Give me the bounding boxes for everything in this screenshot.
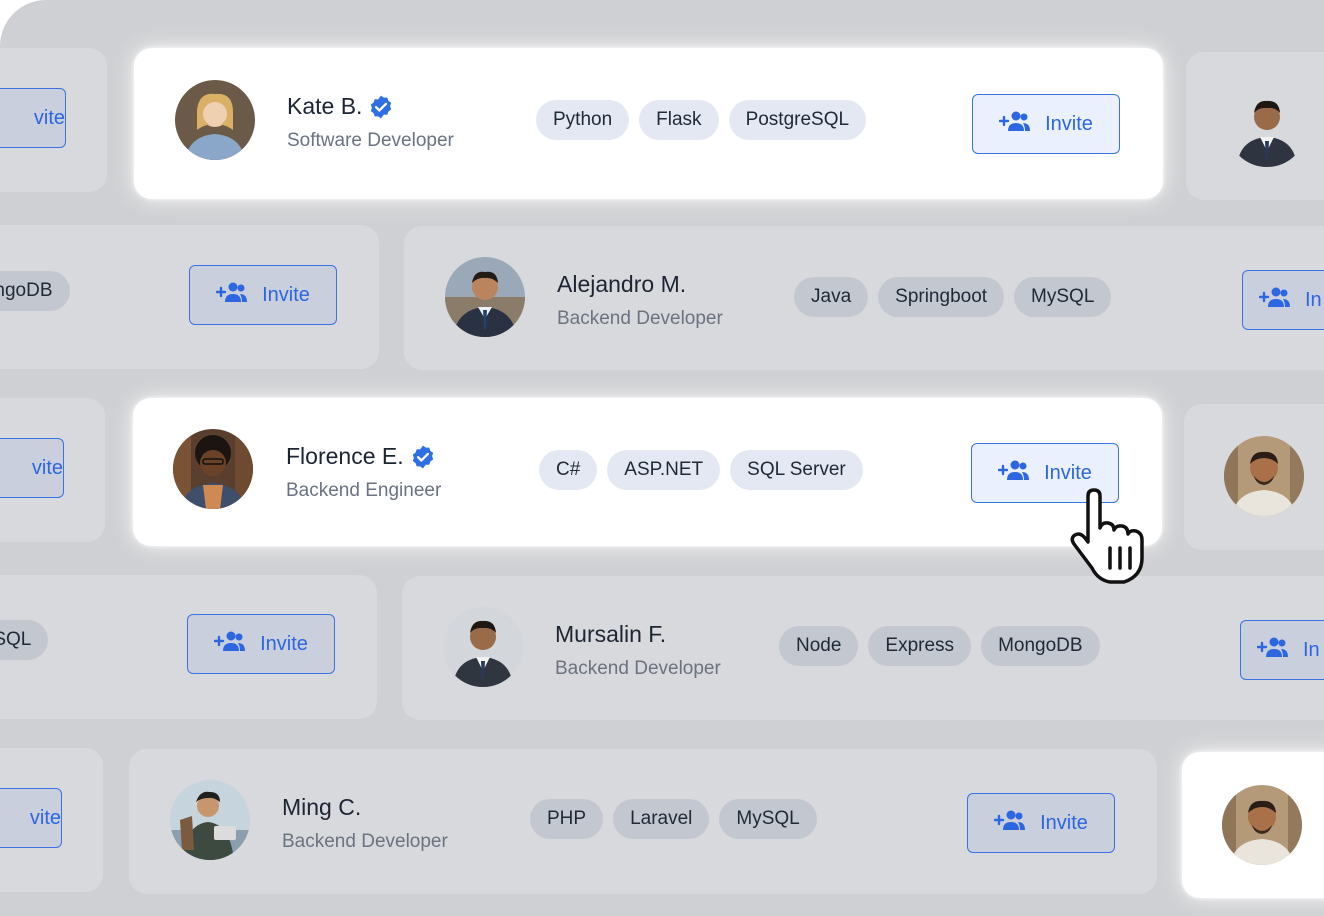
candidate-card-partial: vite <box>0 748 103 892</box>
skill-tag: MySQL <box>1014 277 1112 317</box>
invite-button[interactable]: vite <box>0 438 64 498</box>
invite-button-label: In <box>1303 638 1320 661</box>
candidate-name: Ming C. <box>282 794 362 820</box>
skill-tags: MongoDB <box>0 271 70 311</box>
add-user-group-icon <box>1256 636 1289 664</box>
candidate-name-row: Mursalin F. <box>555 621 666 648</box>
avatar <box>445 257 525 337</box>
candidate-name: Kate B. <box>287 93 363 119</box>
candidate-name-row: Ming C. <box>282 794 361 821</box>
candidate-card: Kate B. Software Developer Python Flask … <box>134 48 1163 199</box>
add-user-group-icon <box>215 281 248 309</box>
skill-tag: Flask <box>639 100 719 140</box>
add-user-group-icon <box>998 110 1031 138</box>
skill-tag: MySQL <box>0 620 49 660</box>
avatar <box>173 429 253 509</box>
skill-tag: Node <box>779 626 859 666</box>
invite-button-label: vite <box>29 806 61 829</box>
invite-button-label: vite <box>33 106 65 129</box>
candidate-role: Software Developer <box>287 130 454 151</box>
invite-button[interactable]: vite <box>0 88 66 148</box>
candidate-name: Mursalin F. <box>555 621 667 647</box>
avatar <box>1227 87 1307 167</box>
invite-button-label: Invite <box>1040 811 1088 834</box>
avatar <box>1224 436 1304 516</box>
skill-tag: PHP <box>530 799 604 839</box>
verified-badge-icon <box>410 444 436 470</box>
avatar <box>170 780 250 860</box>
invite-button-label: Invite <box>260 632 308 655</box>
invite-button-label: Invite <box>262 283 310 306</box>
candidate-card: Florence E. Backend Engineer C# ASP.NET … <box>133 398 1162 546</box>
add-user-group-icon <box>993 809 1026 837</box>
candidate-card-partial: MongoDB Invite <box>0 225 379 369</box>
invite-button-label: vite <box>31 456 63 479</box>
candidate-card: Alejandro M. Backend Developer Java Spri… <box>404 226 1324 370</box>
candidate-list-canvas: vite Kate B. Software Developer Python F… <box>0 0 1324 916</box>
candidate-card-partial: vite <box>0 398 105 542</box>
candidate-card-partial <box>1186 52 1324 200</box>
skill-tags: Java Springboot MySQL <box>794 277 1112 317</box>
hand-pointer-icon <box>1066 488 1166 593</box>
add-user-group-icon <box>997 459 1030 487</box>
invite-button[interactable]: In <box>1242 270 1324 330</box>
skill-tags: MySQL <box>0 620 49 660</box>
skill-tag: Java <box>794 277 869 317</box>
candidate-card-partial: vite <box>0 48 107 192</box>
candidate-name-row: Kate B. <box>287 93 394 120</box>
skill-tag: C# <box>539 450 598 490</box>
invite-button[interactable]: Invite <box>967 793 1115 853</box>
verified-badge-icon <box>368 94 394 120</box>
invite-button[interactable]: Invite <box>189 265 337 325</box>
skill-tag: PostgreSQL <box>728 100 867 140</box>
avatar <box>443 607 523 687</box>
add-user-group-icon <box>213 630 246 658</box>
invite-button[interactable]: Invite <box>972 94 1120 154</box>
skill-tag: MongoDB <box>981 626 1100 666</box>
skill-tag: Laravel <box>613 799 710 839</box>
avatar <box>175 80 255 160</box>
skill-tag: MySQL <box>719 799 817 839</box>
candidate-role: Backend Engineer <box>286 480 442 501</box>
candidate-role: Backend Developer <box>555 658 721 679</box>
candidate-card-partial <box>1182 752 1324 898</box>
avatar <box>1222 785 1302 865</box>
invite-button[interactable]: Invite <box>187 614 335 674</box>
candidate-name: Alejandro M. <box>557 271 687 297</box>
skill-tags: Python Flask PostgreSQL <box>536 100 867 140</box>
invite-button-label: In <box>1305 288 1322 311</box>
skill-tag: MongoDB <box>0 271 70 311</box>
skill-tag: Express <box>868 626 972 666</box>
candidate-role: Backend Developer <box>282 831 448 852</box>
candidate-card: Ming C. Backend Developer PHP Laravel My… <box>129 749 1157 894</box>
add-user-group-icon <box>1258 286 1291 314</box>
skill-tags: C# ASP.NET SQL Server <box>539 450 863 490</box>
invite-button[interactable]: In <box>1240 620 1324 680</box>
skill-tags: PHP Laravel MySQL <box>530 799 817 839</box>
candidate-name: Florence E. <box>286 443 404 469</box>
candidate-card-partial <box>1184 404 1324 550</box>
skill-tags: Node Express MongoDB <box>779 626 1100 666</box>
candidate-role: Backend Developer <box>557 308 723 329</box>
invite-button-label: Invite <box>1044 461 1092 484</box>
candidate-card-partial: MySQL Invite <box>0 575 377 719</box>
skill-tag: Python <box>536 100 630 140</box>
skill-tag: ASP.NET <box>607 450 721 490</box>
invite-button-label: Invite <box>1045 112 1093 135</box>
candidate-card: Mursalin F. Backend Developer Node Expre… <box>402 576 1324 720</box>
skill-tag: Springboot <box>878 277 1005 317</box>
candidate-name-row: Florence E. <box>286 443 436 470</box>
invite-button[interactable]: vite <box>0 788 62 848</box>
candidate-name-row: Alejandro M. <box>557 271 686 298</box>
skill-tag: SQL Server <box>730 450 863 490</box>
